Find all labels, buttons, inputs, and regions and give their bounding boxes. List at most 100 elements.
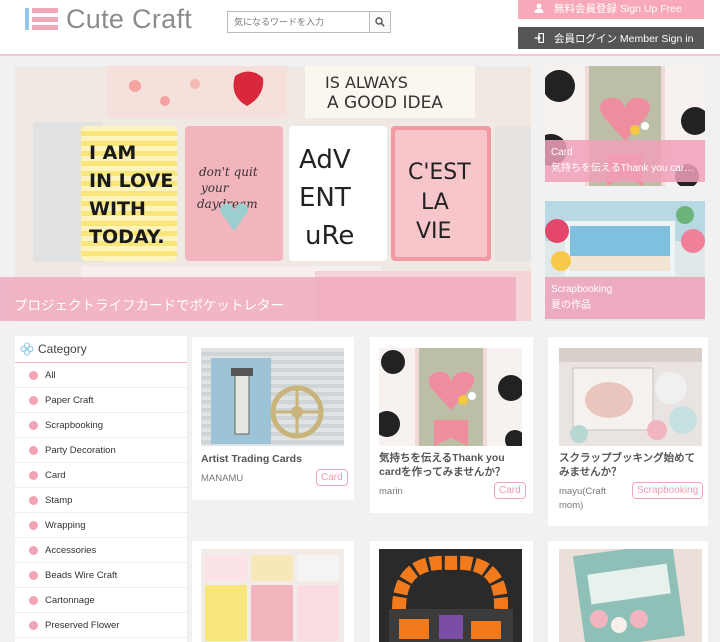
post-card-2[interactable]: 気持ちを伝えるThank you cardを作ってみませんか？ marin Ca… bbox=[370, 337, 533, 513]
svg-text:IN LOVE: IN LOVE bbox=[89, 170, 173, 192]
signup-button[interactable]: 無料会員登録 Sign Up Free bbox=[518, 0, 704, 19]
bullet-dot-icon bbox=[29, 445, 38, 455]
category-item-label: Card bbox=[45, 469, 66, 481]
bullet-dot-icon bbox=[29, 370, 38, 380]
post-tag-3[interactable]: Scrapbooking bbox=[632, 482, 704, 499]
category-item-label: Paper Craft bbox=[45, 394, 94, 406]
post-tag-1[interactable]: Card bbox=[316, 469, 348, 486]
svg-text:I AM: I AM bbox=[89, 142, 136, 164]
category-item-label: Wrapping bbox=[45, 519, 86, 531]
post-thumbnail-6[interactable] bbox=[559, 549, 702, 642]
search-button[interactable] bbox=[369, 11, 391, 33]
post-author-3[interactable]: mayu(Craft mom) bbox=[559, 485, 629, 513]
bullet-dot-icon bbox=[29, 520, 38, 530]
post-thumbnail-5-image bbox=[379, 549, 522, 642]
category-item-label: Stamp bbox=[45, 494, 73, 506]
post-author-2[interactable]: marin bbox=[379, 485, 403, 499]
flower-icon bbox=[20, 342, 34, 356]
logo-mark-icon bbox=[25, 8, 58, 30]
bullet-dot-icon bbox=[29, 470, 38, 480]
category-item-card[interactable]: Card bbox=[15, 463, 187, 488]
featured-card-2[interactable]: Scrapbooking 夏の作品 bbox=[545, 201, 705, 321]
signin-label: 会員ログイン Member Sign in bbox=[554, 32, 694, 45]
post-card-3[interactable]: スクラップブッキング始めてみませんか？ mayu(Craft mom) Scra… bbox=[548, 337, 708, 526]
category-item-stamp[interactable]: Stamp bbox=[15, 488, 187, 513]
svg-text:uRe: uRe bbox=[305, 221, 354, 251]
featured-card-2-title: 夏の作品 bbox=[551, 300, 591, 311]
post-thumbnail-3-image bbox=[559, 348, 702, 446]
category-item-label: All bbox=[45, 369, 56, 381]
category-item-label: Preserved Flower bbox=[45, 619, 120, 631]
post-card-1[interactable]: Artist Trading Cards MANAMU Card bbox=[192, 337, 354, 500]
category-item-label: Beads Wire Craft bbox=[45, 569, 118, 581]
site-logo[interactable]: Cute Craft bbox=[25, 3, 193, 34]
category-item-accessories[interactable]: Accessories bbox=[15, 538, 187, 563]
svg-text:ENT: ENT bbox=[299, 183, 351, 213]
post-thumbnail-1[interactable] bbox=[201, 348, 344, 446]
post-tag-2[interactable]: Card bbox=[494, 482, 526, 499]
post-thumbnail-2[interactable] bbox=[379, 348, 522, 446]
post-card-6[interactable] bbox=[548, 541, 708, 642]
post-thumbnail-6-image bbox=[559, 549, 702, 642]
bullet-dot-icon bbox=[29, 595, 38, 605]
category-item-label: Party Decoration bbox=[45, 444, 116, 456]
post-author-1[interactable]: MANAMU bbox=[201, 472, 243, 486]
featured-card-2-category: Scrapbooking bbox=[551, 284, 613, 295]
category-item-all[interactable]: All bbox=[15, 363, 187, 388]
svg-text:C'EST: C'EST bbox=[408, 160, 471, 185]
category-item-preserved-flower[interactable]: Preserved Flower bbox=[15, 613, 187, 638]
logo-text: Cute Craft bbox=[66, 3, 193, 34]
bullet-dot-icon bbox=[29, 620, 38, 630]
featured-card-1-label: Card 気持ちを伝えるThank you cardを作ってみませんか？ bbox=[545, 140, 705, 182]
user-icon bbox=[534, 3, 544, 13]
post-thumbnail-4[interactable] bbox=[201, 549, 344, 642]
bullet-dot-icon bbox=[29, 420, 38, 430]
svg-text:LA: LA bbox=[421, 190, 449, 215]
featured-card-1-title: 気持ちを伝えるThank you cardを作ってみませんか？ bbox=[551, 163, 699, 174]
category-item-label: Cartonnage bbox=[45, 594, 95, 606]
post-thumbnail-1-image bbox=[201, 348, 344, 446]
signup-label: 無料会員登録 Sign Up Free bbox=[554, 2, 682, 15]
category-item-cartonnage[interactable]: Cartonnage bbox=[15, 588, 187, 613]
svg-text:IS ALWAYS: IS ALWAYS bbox=[325, 73, 408, 92]
svg-text:AdV: AdV bbox=[299, 145, 351, 175]
category-sidebar: Category All Paper Craft Scrapbooking Pa… bbox=[15, 336, 187, 642]
bullet-dot-icon bbox=[29, 545, 38, 555]
post-title-3[interactable]: スクラップブッキング始めてみませんか？ bbox=[559, 451, 699, 479]
post-card-4[interactable] bbox=[192, 541, 354, 642]
svg-text:A GOOD IDEA: A GOOD IDEA bbox=[327, 93, 443, 113]
post-thumbnail-4-image bbox=[201, 549, 344, 642]
category-item-wrapping[interactable]: Wrapping bbox=[15, 513, 187, 538]
category-item-label: Scrapbooking bbox=[45, 419, 104, 431]
search-input[interactable] bbox=[227, 11, 369, 33]
site-header: Cute Craft 無料会員登録 Sign Up Free 会員ログイン Me… bbox=[0, 0, 720, 56]
svg-text:your: your bbox=[200, 181, 230, 195]
svg-text:TODAY.: TODAY. bbox=[89, 226, 165, 248]
bullet-dot-icon bbox=[29, 570, 38, 580]
bullet-dot-icon bbox=[29, 495, 38, 505]
bullet-dot-icon bbox=[29, 395, 38, 405]
category-item-party-decoration[interactable]: Party Decoration bbox=[15, 438, 187, 463]
featured-card-1[interactable]: Card 気持ちを伝えるThank you cardを作ってみませんか？ bbox=[545, 66, 705, 186]
category-heading-label: Category bbox=[38, 342, 87, 356]
post-thumbnail-5[interactable] bbox=[379, 549, 522, 642]
signin-button[interactable]: 会員ログイン Member Sign in bbox=[518, 27, 704, 49]
post-title-2[interactable]: 気持ちを伝えるThank you cardを作ってみませんか？ bbox=[379, 451, 519, 479]
hero-caption[interactable]: プロジェクトライフカードでポケットレター bbox=[0, 277, 516, 321]
featured-card-1-category: Card bbox=[551, 147, 573, 158]
post-thumbnail-3[interactable] bbox=[559, 348, 702, 446]
svg-text:don't quit: don't quit bbox=[199, 165, 258, 179]
featured-card-2-label: Scrapbooking 夏の作品 bbox=[545, 277, 705, 319]
post-thumbnail-2-image bbox=[379, 348, 522, 446]
category-item-beads-wire-craft[interactable]: Beads Wire Craft bbox=[15, 563, 187, 588]
category-item-scrapbooking[interactable]: Scrapbooking bbox=[15, 413, 187, 438]
svg-text:WITH: WITH bbox=[89, 198, 146, 220]
svg-text:VIE: VIE bbox=[416, 219, 451, 244]
category-item-label: Accessories bbox=[45, 544, 97, 556]
post-card-5[interactable] bbox=[370, 541, 533, 642]
category-heading: Category bbox=[15, 336, 187, 363]
signin-icon bbox=[534, 33, 544, 43]
search-bar bbox=[227, 11, 391, 33]
post-title-1[interactable]: Artist Trading Cards bbox=[201, 452, 347, 466]
category-item-paper-craft[interactable]: Paper Craft bbox=[15, 388, 187, 413]
